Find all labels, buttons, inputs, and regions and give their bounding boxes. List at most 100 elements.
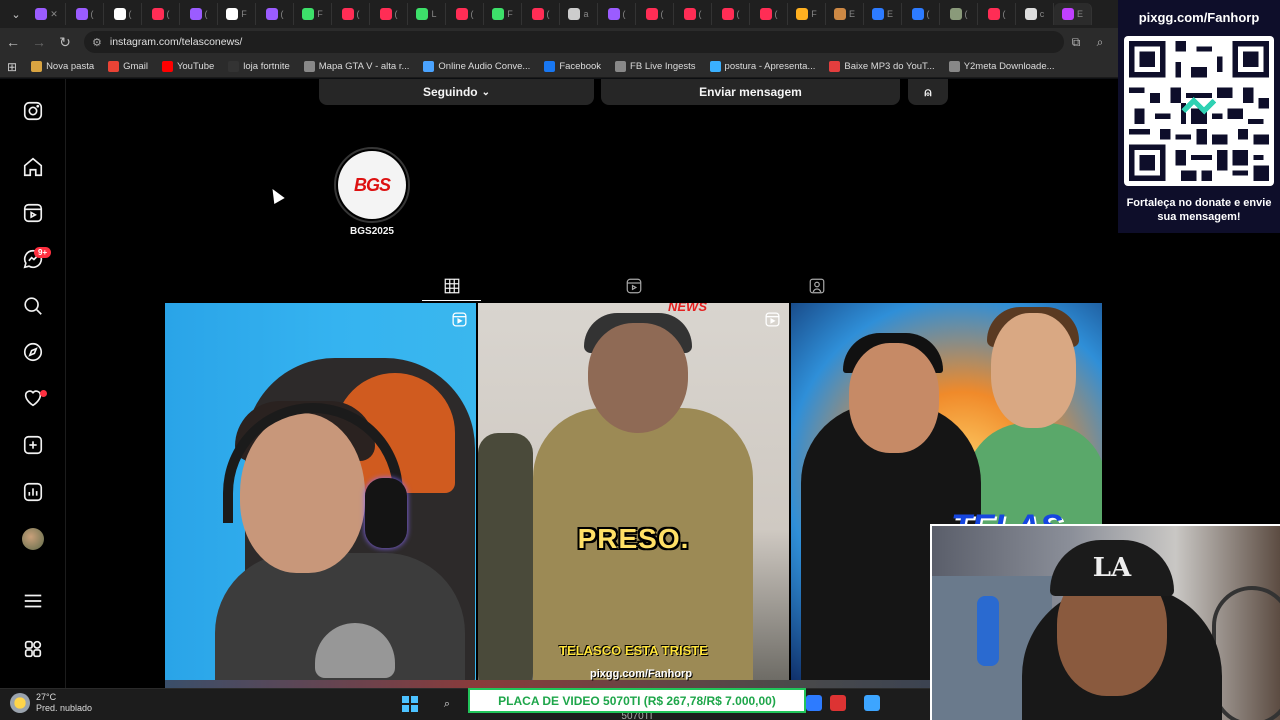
windows-start-icon[interactable]	[402, 696, 418, 712]
notifications-heart-icon[interactable]	[20, 385, 46, 411]
post-top-text: NEWS	[668, 303, 707, 314]
browser-tab[interactable]: (	[978, 3, 1016, 25]
bookmark-item[interactable]: postura - Apresenta...	[703, 61, 823, 72]
browser-tab[interactable]: (	[332, 3, 370, 25]
tab-tagged-icon[interactable]	[805, 274, 829, 298]
browser-tab[interactable]: ✕	[28, 3, 66, 25]
following-button[interactable]: Seguindo ⌄	[319, 79, 594, 105]
tab-title-fragment: c	[1039, 9, 1045, 19]
story-highlight[interactable]: BGS	[334, 147, 410, 223]
tab-title-fragment: E	[886, 9, 893, 19]
reels-icon[interactable]	[20, 200, 46, 226]
bookmark-label: Mapa GTA V - alta r...	[318, 61, 410, 72]
weather-desc: Pred. nublado	[36, 702, 93, 713]
tab-title-fragment: (	[90, 9, 94, 19]
browser-tab[interactable]: (	[598, 3, 636, 25]
post-thumbnail[interactable]	[165, 303, 476, 680]
browser-tab[interactable]: a	[560, 3, 598, 25]
browser-tab[interactable]: (	[636, 3, 674, 25]
bookmark-item[interactable]: Gmail	[101, 61, 155, 72]
bookmark-item[interactable]: Mapa GTA V - alta r...	[297, 61, 417, 72]
create-icon[interactable]	[20, 432, 46, 458]
browser-tab[interactable]: (	[902, 3, 940, 25]
bookmark-item[interactable]: loja fortnite	[221, 61, 296, 72]
browser-tab[interactable]: F	[484, 3, 522, 25]
site-info-icon[interactable]: ⚙	[92, 36, 102, 49]
menu-icon[interactable]	[20, 588, 46, 614]
browser-tab[interactable]: (	[370, 3, 408, 25]
bookmark-item[interactable]: Nova pasta	[24, 61, 101, 72]
browser-tab[interactable]: (	[750, 3, 788, 25]
bookmark-item[interactable]: Online Audio Conve...	[416, 61, 537, 72]
browser-tab[interactable]: F	[218, 3, 256, 25]
browser-tab[interactable]: E	[1054, 3, 1092, 25]
suggest-person-button[interactable]: ⍝	[908, 79, 948, 105]
browser-tab[interactable]: (	[940, 3, 978, 25]
tab-title-fragment: (	[774, 9, 778, 19]
youtube-icon	[161, 61, 173, 72]
browser-tab[interactable]: (	[180, 3, 218, 25]
bookmark-item[interactable]: Facebook	[537, 61, 608, 72]
browser-tab[interactable]: (	[142, 3, 180, 25]
bookmark-item[interactable]: Y2meta Downloade...	[942, 61, 1062, 72]
reload-button[interactable]: ↻	[52, 29, 78, 55]
send-message-button[interactable]: Enviar mensagem	[601, 79, 900, 105]
zoom-icon[interactable]: ⌕	[1088, 30, 1112, 54]
dashboard-icon[interactable]	[20, 479, 46, 505]
address-bar[interactable]: ⚙ instagram.com/telasconews/	[84, 31, 1064, 53]
profile-avatar[interactable]	[20, 526, 46, 552]
tab-favicon-icon	[226, 8, 239, 20]
browser-tab[interactable]: F	[788, 3, 826, 25]
bookmark-label: Online Audio Conve...	[438, 61, 531, 72]
browser-tab[interactable]: L	[408, 3, 446, 25]
tab-posts-grid-icon[interactable]	[440, 274, 464, 298]
highlight-cover: BGS	[338, 151, 406, 219]
browser-tab[interactable]: (	[66, 3, 104, 25]
browser-tab[interactable]: (	[446, 3, 484, 25]
tab-favicon-icon	[1061, 8, 1074, 20]
globe-icon	[615, 61, 627, 72]
browser-tab[interactable]: F	[294, 3, 332, 25]
back-button[interactable]: ←	[0, 29, 26, 55]
browser-tab[interactable]: E	[864, 3, 902, 25]
taskbar-search-icon[interactable]: ⌕	[432, 694, 462, 714]
instagram-logo-icon[interactable]	[20, 98, 46, 124]
home-icon[interactable]	[20, 154, 46, 180]
post-headline: PRESO.	[577, 523, 690, 554]
cast-icon[interactable]: ⧉	[1064, 30, 1088, 54]
browser-tab[interactable]: (	[712, 3, 750, 25]
bookmark-label: YouTube	[176, 61, 215, 72]
browser-tab[interactable]: (	[674, 3, 712, 25]
browser-tab[interactable]: (	[522, 3, 560, 25]
browser-tab[interactable]: E	[826, 3, 864, 25]
profile-tabs	[165, 270, 1103, 302]
taskbar-app-icon[interactable]	[864, 695, 880, 711]
browser-tab[interactable]: (	[104, 3, 142, 25]
tab-title-fragment: (	[204, 9, 208, 19]
tab-title-fragment: (	[166, 9, 170, 19]
browser-tab[interactable]: (	[256, 3, 294, 25]
instagram-sidebar: 9+	[0, 79, 66, 688]
bookmark-item[interactable]: YouTube	[155, 61, 221, 72]
tab-favicon-icon	[911, 8, 924, 20]
also-from-meta-icon[interactable]	[20, 636, 46, 662]
bookmark-item[interactable]: FB Live Ingests	[608, 61, 702, 72]
taskbar-app-icon[interactable]	[806, 695, 822, 711]
tab-title-fragment: (	[736, 9, 740, 19]
browser-tab[interactable]: c	[1016, 3, 1054, 25]
tab-title-fragment: (	[470, 9, 474, 19]
tab-search-menu[interactable]: ⌄	[4, 3, 28, 25]
folder-icon	[31, 61, 43, 72]
taskbar-app-icon[interactable]	[830, 695, 846, 711]
weather-widget[interactable]: 27°C Pred. nublado	[10, 692, 92, 714]
tab-favicon-icon	[75, 8, 88, 20]
bookmark-item[interactable]: Baixe MP3 do YouT...	[822, 61, 941, 72]
explore-icon[interactable]	[20, 339, 46, 365]
forward-button[interactable]: →	[26, 29, 52, 55]
tab-reels-icon[interactable]	[622, 274, 646, 298]
search-icon[interactable]	[20, 293, 46, 319]
apps-icon[interactable]: ⊞	[0, 60, 24, 74]
bookmark-label: loja fortnite	[243, 61, 290, 72]
browser-toolbar: ← → ↻ ⚙ instagram.com/telasconews/ ⧉ ⌕	[0, 28, 1118, 56]
post-thumbnail[interactable]: NEWS PRESO. TELASCO ESTA TRISTE	[478, 303, 789, 680]
